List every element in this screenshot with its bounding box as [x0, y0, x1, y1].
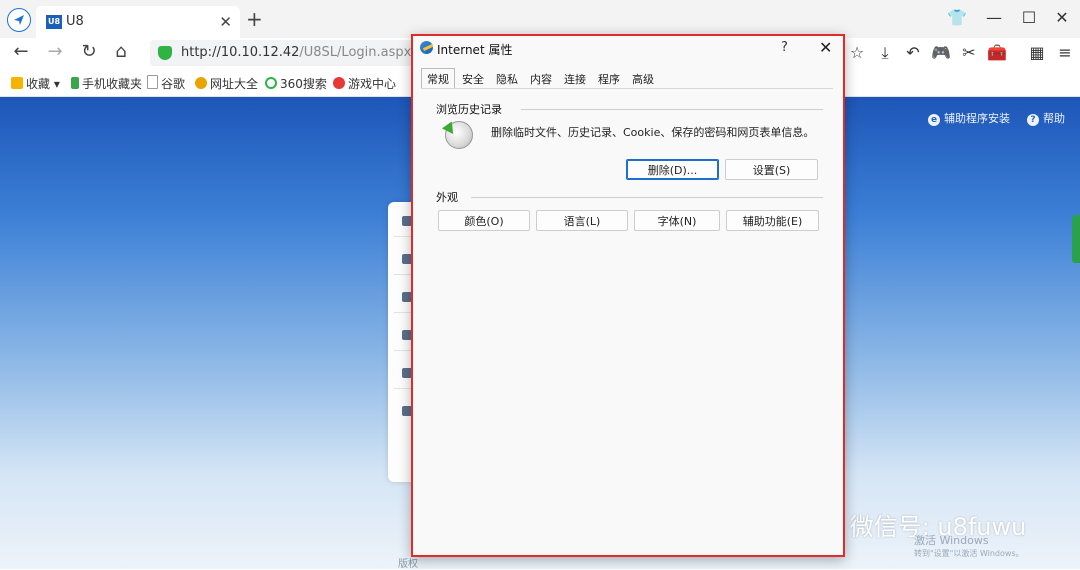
toolbox-icon[interactable]: 🧰	[986, 43, 1008, 62]
helper-install-link[interactable]: e 辅助程序安装	[928, 110, 1010, 126]
download-icon[interactable]: ⤓	[874, 43, 896, 63]
bookmark-label: 收藏	[26, 77, 51, 91]
skin-icon[interactable]: 👕	[945, 8, 969, 27]
apps-grid-icon[interactable]: ▦	[1026, 43, 1048, 62]
fonts-button[interactable]: 字体(N)	[634, 210, 720, 231]
phone-icon	[71, 77, 79, 89]
colors-button[interactable]: 颜色(O)	[438, 210, 530, 231]
browsing-history-heading: 浏览历史记录	[436, 103, 502, 116]
history-settings-button[interactable]: 设置(S)	[725, 159, 818, 180]
globe-icon	[195, 77, 207, 89]
tab-programs[interactable]: 程序	[593, 69, 625, 89]
help-label: 帮助	[1043, 112, 1065, 125]
browsing-history-description: 删除临时文件、历史记录、Cookie、保存的密码和网页表单信息。	[491, 126, 815, 139]
tab-content[interactable]: 内容	[525, 69, 557, 89]
forward-icon[interactable]: →	[42, 41, 68, 62]
dialog-tabs: 常规 安全 隐私 内容 连接 程序 高级	[421, 68, 661, 89]
menu-icon[interactable]: ≡	[1054, 43, 1076, 62]
accessibility-button[interactable]: 辅助功能(E)	[726, 210, 819, 231]
activate-title: 激活 Windows	[914, 534, 989, 547]
tab-general[interactable]: 常规	[421, 68, 455, 89]
url-host: http://10.10.12.42	[181, 45, 300, 60]
bookmark-label: 谷歌	[161, 77, 186, 91]
url-text: http://10.10.12.42/U8SL/Login.aspx	[181, 45, 411, 60]
tab-divider	[421, 88, 833, 89]
page-footer-text: 版权	[398, 559, 418, 570]
gamepad-icon[interactable]: 🎮	[930, 43, 952, 62]
section-divider	[521, 109, 823, 110]
bookmark-favorites[interactable]: 收藏 ▾	[11, 75, 60, 92]
browser-tab[interactable]: U8 U8 ✕	[36, 6, 240, 38]
browser-logo-icon[interactable]	[7, 8, 31, 32]
maximize-icon[interactable]: ☐	[1017, 8, 1041, 27]
languages-button[interactable]: 语言(L)	[536, 210, 628, 231]
tab-close-icon[interactable]: ✕	[219, 13, 232, 31]
tab-title: U8	[66, 14, 84, 29]
dialog-close-icon[interactable]: ✕	[819, 38, 832, 57]
page-icon	[147, 75, 158, 89]
home-icon[interactable]: ⌂	[108, 41, 134, 62]
tab-advanced[interactable]: 高级	[627, 69, 659, 89]
dialog-help-icon[interactable]: ?	[781, 40, 788, 55]
browser-tab-bar: U8 U8 ✕ + 👕 — ☐ ✕	[0, 0, 1080, 38]
secure-shield-icon	[158, 46, 172, 60]
undo-icon[interactable]: ↶	[902, 43, 924, 62]
appearance-heading: 外观	[436, 191, 458, 204]
minimize-icon[interactable]: —	[982, 8, 1006, 27]
help-icon: ?	[1027, 114, 1039, 126]
activate-windows-notice: 激活 Windows 转到"设置"以激活 Windows。	[914, 534, 1024, 560]
bookmark-google[interactable]: 谷歌	[147, 75, 185, 92]
u8-favicon-icon: U8	[46, 15, 62, 29]
side-widget-strip[interactable]	[1072, 215, 1080, 263]
url-path: /U8SL/Login.aspx	[299, 45, 412, 60]
new-tab-icon[interactable]: +	[246, 7, 263, 31]
window-close-icon[interactable]: ✕	[1050, 8, 1074, 27]
dialog-title: Internet 属性	[437, 43, 513, 57]
bookmark-mobile[interactable]: 手机收藏夹	[71, 75, 142, 92]
internet-options-dialog: Internet 属性 ? ✕ 常规 安全 隐私 内容 连接 程序 高级 浏览历史记录 删除…	[411, 34, 845, 557]
tab-privacy[interactable]: 隐私	[491, 69, 523, 89]
tab-connections[interactable]: 连接	[559, 69, 591, 89]
search-icon	[265, 77, 277, 89]
bookmark-label: 网址大全	[210, 77, 259, 91]
back-icon[interactable]: ←	[8, 41, 34, 62]
star-icon	[11, 77, 23, 89]
delete-history-button[interactable]: 删除(D)...	[626, 159, 719, 180]
bookmark-360-search[interactable]: 360搜索	[265, 75, 327, 92]
dialog-title-bar[interactable]: Internet 属性 ? ✕	[413, 36, 843, 62]
internet-explorer-icon	[420, 41, 433, 54]
helper-install-label: 辅助程序安装	[944, 112, 1010, 125]
bookmark-label: 360搜索	[280, 77, 327, 91]
help-link[interactable]: ? 帮助	[1027, 110, 1065, 126]
url-input[interactable]: http://10.10.12.42/U8SL/Login.aspx	[150, 40, 420, 66]
reload-icon[interactable]: ↻	[76, 41, 102, 62]
tab-security[interactable]: 安全	[457, 69, 489, 89]
game-icon	[333, 77, 345, 89]
section-divider	[471, 197, 823, 198]
bookmark-label: 游戏中心	[348, 77, 397, 91]
browsing-history-icon	[441, 121, 473, 149]
bookmark-directory[interactable]: 网址大全	[195, 75, 258, 92]
green-arrow-icon	[441, 121, 459, 138]
favorite-star-icon[interactable]: ☆	[846, 43, 868, 62]
activate-subtitle: 转到"设置"以激活 Windows。	[914, 549, 1024, 558]
scissors-icon[interactable]: ✂	[958, 43, 980, 62]
bookmark-game-center[interactable]: 游戏中心	[333, 75, 396, 92]
ie-helper-icon: e	[928, 114, 940, 126]
bookmark-label: 手机收藏夹	[82, 77, 143, 91]
